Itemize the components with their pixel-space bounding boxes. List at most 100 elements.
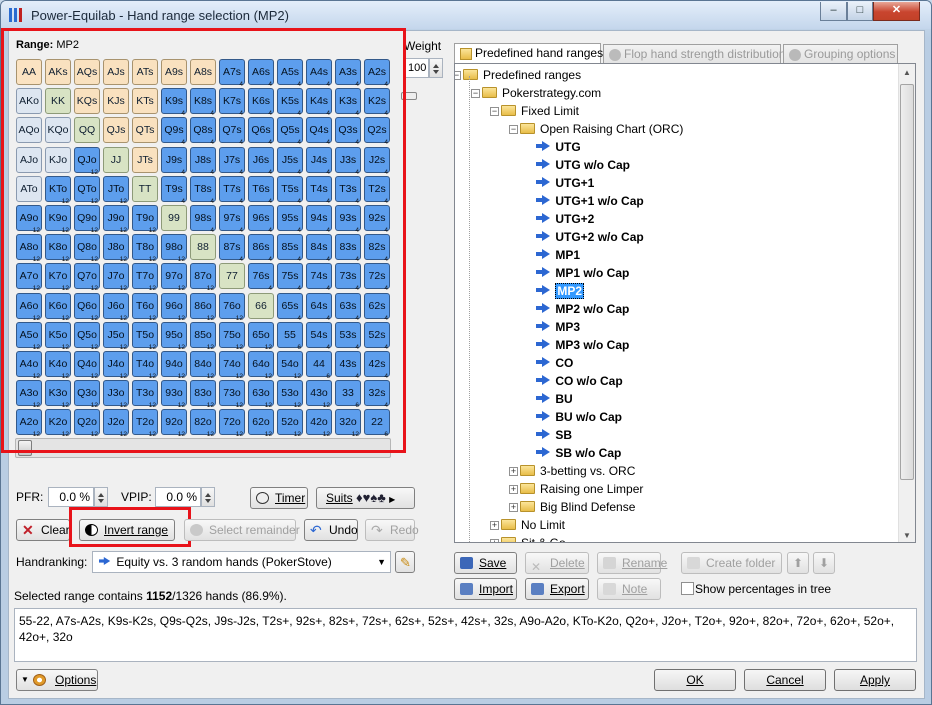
hand-cell[interactable]: 65o 12 — [248, 321, 274, 351]
hand-cell[interactable]: 55 6 — [277, 321, 303, 351]
hand-cell[interactable]: 97o 12 — [161, 263, 187, 292]
hand-cell[interactable]: 87s 4 — [219, 234, 245, 263]
hand-cell[interactable]: A6o 12 — [16, 292, 42, 322]
hand-cell[interactable]: Q7s 4 — [219, 117, 245, 146]
hand-cell[interactable]: Q8o 12 — [74, 234, 100, 263]
tree-item-range[interactable]: SB w/o Cap — [536, 444, 621, 462]
tree-node-no-limit[interactable]: No Limit — [501, 516, 565, 534]
tree-item-range[interactable]: UTG+2 w/o Cap — [536, 228, 644, 246]
hand-cell[interactable]: 62s 4 — [364, 292, 390, 322]
expand-icon[interactable]: + — [490, 539, 499, 542]
hand-cell[interactable]: J8o 12 — [103, 234, 129, 263]
hand-cell[interactable]: K4o 12 — [45, 350, 71, 380]
hand-cell[interactable]: KQo — [45, 117, 71, 144]
import-button[interactable]: Import — [454, 578, 517, 600]
hand-cell[interactable]: 74s 4 — [306, 263, 332, 292]
hand-cell[interactable]: 77 — [219, 263, 245, 290]
tree-item-range[interactable]: UTG w/o Cap — [536, 156, 630, 174]
clear-button[interactable]: ✕ Clear — [16, 519, 70, 541]
range-text-area[interactable]: 55-22, A7s-A2s, K9s-K2s, Q9s-Q2s, J9s-J2… — [14, 608, 917, 662]
hand-cell[interactable]: ATs — [132, 59, 158, 85]
hand-cell[interactable]: A4o 12 — [16, 350, 42, 380]
expand-icon[interactable]: + — [509, 467, 518, 476]
hand-cell[interactable]: K9s 4 — [161, 88, 187, 117]
hand-cell[interactable]: 97s 4 — [219, 204, 245, 234]
hand-cell[interactable]: 85o 12 — [190, 321, 216, 351]
hand-cell[interactable]: J2o 12 — [103, 409, 129, 438]
hand-cell[interactable]: A7s 4 — [219, 59, 245, 88]
hand-cell[interactable]: 52o 12 — [277, 409, 303, 438]
cancel-button[interactable]: Cancel — [744, 669, 826, 691]
tree-item-range[interactable]: MP3 — [536, 318, 580, 336]
hand-cell[interactable]: Q3o 12 — [74, 380, 100, 409]
tree-item-range[interactable]: MP2 — [536, 282, 585, 300]
hand-cell[interactable]: Q5s 4 — [277, 117, 303, 146]
hand-cell[interactable]: J7o 12 — [103, 263, 129, 292]
tree-item-range[interactable]: MP1 — [536, 246, 580, 264]
hand-cell[interactable]: K8s 4 — [190, 88, 216, 117]
hand-cell[interactable]: JJ — [103, 146, 129, 173]
hand-cell[interactable]: 82o 12 — [190, 409, 216, 438]
hand-cell[interactable]: 73o 12 — [219, 380, 245, 409]
hand-cell[interactable]: K7s 4 — [219, 88, 245, 117]
hand-cell[interactable]: T3s 4 — [335, 175, 361, 205]
hand-cell[interactable]: 43o 12 — [306, 380, 332, 409]
tree-node-folder[interactable]: 3-betting vs. ORC — [520, 462, 635, 480]
hand-cell[interactable]: 42s 4 — [364, 350, 390, 380]
hand-cell[interactable]: J9s 4 — [161, 146, 187, 176]
hand-cell[interactable]: T2s 4 — [364, 175, 390, 205]
hand-cell[interactable]: KJo — [45, 146, 71, 173]
hand-cell[interactable]: A8s — [190, 59, 216, 85]
hand-cell[interactable]: J6o 12 — [103, 292, 129, 322]
hand-cell[interactable]: K6s 4 — [248, 88, 274, 117]
hand-cell[interactable]: KQs — [74, 88, 100, 115]
tree-item-range[interactable]: BU — [536, 390, 573, 408]
tree-item-range[interactable]: MP2 w/o Cap — [536, 300, 629, 318]
hand-cell[interactable]: AJo — [16, 146, 42, 173]
hand-cell[interactable]: QJo 12 — [74, 146, 100, 176]
hand-cell[interactable]: K3s 4 — [335, 88, 361, 117]
hand-cell[interactable]: KJs — [103, 88, 129, 115]
hand-cell[interactable]: T4o 12 — [132, 350, 158, 380]
hand-cell[interactable]: 33 6 — [335, 380, 361, 409]
tree-node-limit[interactable]: Fixed Limit — [501, 102, 579, 120]
tree-scrollbar[interactable]: ▲ ▼ — [898, 64, 915, 542]
tree-item-range[interactable]: UTG+2 — [536, 210, 594, 228]
expand-icon[interactable]: + — [490, 521, 499, 530]
move-up-button[interactable]: ⬆ — [787, 552, 809, 574]
tree-item-range[interactable]: MP3 w/o Cap — [536, 336, 629, 354]
hand-cell[interactable]: A7o 12 — [16, 263, 42, 292]
hand-cell[interactable]: 52s 4 — [364, 321, 390, 351]
hand-cell[interactable]: 93o 12 — [161, 380, 187, 409]
hand-cell[interactable]: 72s 4 — [364, 263, 390, 292]
hand-cell[interactable]: KTo 12 — [45, 175, 71, 205]
hand-cell[interactable]: 82s 4 — [364, 234, 390, 263]
hand-cell[interactable]: KK — [45, 88, 71, 115]
apply-button[interactable]: Apply — [834, 669, 916, 691]
hand-cell[interactable]: J6s 4 — [248, 146, 274, 176]
hand-cell[interactable]: Q9s 4 — [161, 117, 187, 146]
hand-cell[interactable]: 64o 12 — [248, 350, 274, 380]
move-down-button[interactable]: ⬇ — [813, 552, 835, 574]
expand-icon[interactable]: + — [509, 503, 518, 512]
hand-cell[interactable]: 76o 12 — [219, 292, 245, 322]
tree-scrollbar-thumb[interactable] — [900, 84, 914, 480]
hand-cell[interactable]: A3o 12 — [16, 380, 42, 409]
hand-cell[interactable]: 75o 12 — [219, 321, 245, 351]
options-button[interactable]: ▼ Options — [16, 669, 98, 691]
hand-cell[interactable]: 54o 12 — [277, 350, 303, 380]
create-folder-button[interactable]: Create folder — [681, 552, 782, 574]
hand-cell[interactable]: T2o 12 — [132, 409, 158, 438]
invert-range-button[interactable]: Invert range — [79, 519, 175, 541]
rename-button[interactable]: Rename — [597, 552, 667, 574]
hand-cell[interactable]: K3o 12 — [45, 380, 71, 409]
predefined-ranges-tree[interactable]: ▲ ▼ Predefined ranges − Pokerstrategy.com −… — [454, 63, 916, 543]
tree-item-range[interactable]: UTG+1 — [536, 174, 594, 192]
hand-cell[interactable]: Q5o 12 — [74, 321, 100, 351]
hand-cell[interactable]: K5s 4 — [277, 88, 303, 117]
tab-predefined-hand-ranges[interactable]: Predefined hand ranges — [454, 43, 603, 64]
vpip-spinner[interactable] — [201, 487, 215, 507]
hand-cell[interactable]: ATo — [16, 175, 42, 202]
expand-icon[interactable]: + — [509, 485, 518, 494]
tree-item-range[interactable]: CO — [536, 354, 573, 372]
